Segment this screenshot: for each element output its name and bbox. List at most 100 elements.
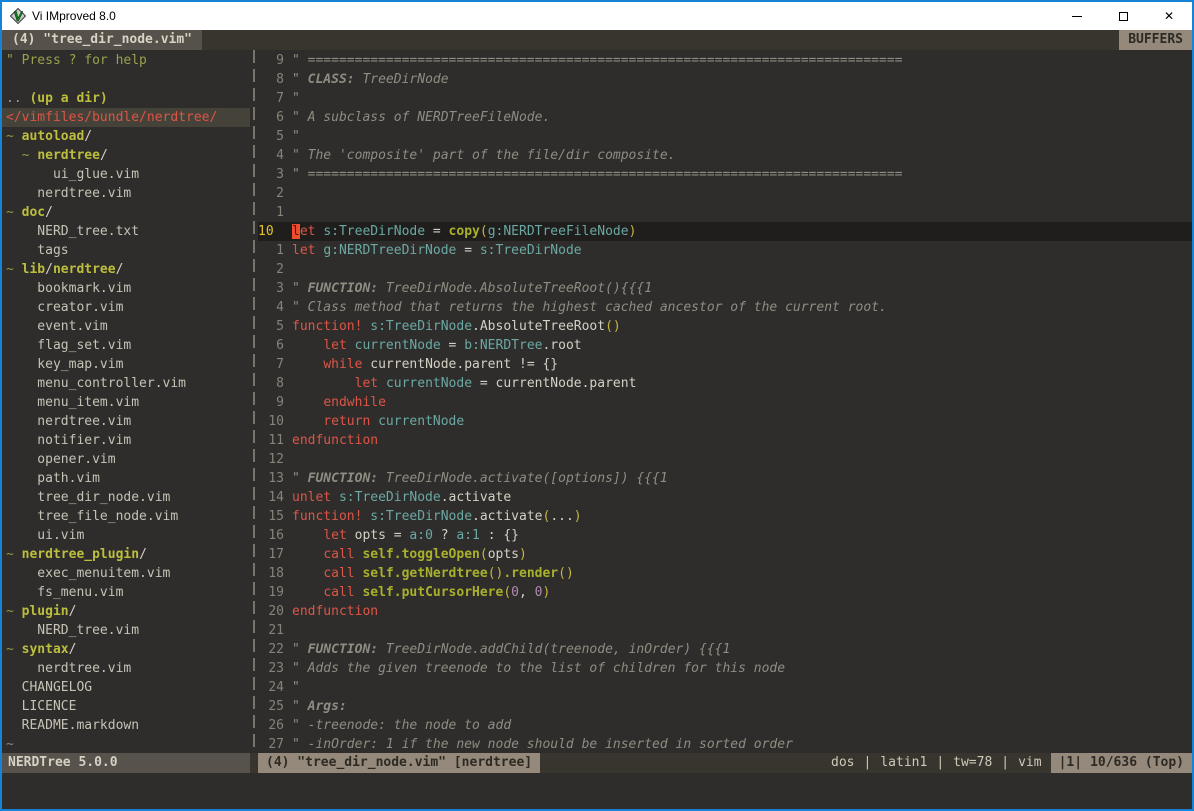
- tree-item[interactable]: nerdtree.vim: [2, 659, 250, 678]
- code-line[interactable]: 1let g:NERDTreeDirNode = s:TreeDirNode: [258, 241, 1192, 260]
- code-line-current[interactable]: 10let s:TreeDirNode = copy(g:NERDTreeFil…: [258, 222, 1192, 241]
- line-number: 14: [258, 488, 284, 507]
- minimize-icon: [1072, 16, 1082, 17]
- code-line[interactable]: 23" Adds the given treenode to the list …: [258, 659, 1192, 678]
- tree-item[interactable]: NERD_tree.vim: [2, 621, 250, 640]
- tree-item[interactable]: ~ syntax/: [2, 640, 250, 659]
- tree-item[interactable]: </vimfiles/bundle/nerdtree/: [2, 108, 250, 127]
- tree-item[interactable]: event.vim: [2, 317, 250, 336]
- code-line[interactable]: 2: [258, 260, 1192, 279]
- code-line[interactable]: 13" FUNCTION: TreeDirNode.activate([opti…: [258, 469, 1192, 488]
- line-number: 7: [258, 355, 284, 374]
- line-number: 12: [258, 450, 284, 469]
- tree-item[interactable]: tree_file_node.vim: [2, 507, 250, 526]
- minimize-button[interactable]: [1054, 2, 1100, 30]
- buffer-name-status: (4) "tree_dir_node.vim" [nerdtree]: [258, 753, 540, 773]
- filetype-status: vim: [1009, 753, 1050, 773]
- code-line[interactable]: 24": [258, 678, 1192, 697]
- code-line[interactable]: 8 let currentNode = currentNode.parent: [258, 374, 1192, 393]
- tree-item[interactable]: ui_glue.vim: [2, 165, 250, 184]
- tree-item[interactable]: opener.vim: [2, 450, 250, 469]
- code-line[interactable]: 7 while currentNode.parent != {}: [258, 355, 1192, 374]
- code-line[interactable]: 9" =====================================…: [258, 51, 1192, 70]
- buffers-label[interactable]: BUFFERS: [1119, 30, 1192, 50]
- tree-item[interactable]: LICENCE: [2, 697, 250, 716]
- tree-item[interactable]: ~ doc/: [2, 203, 250, 222]
- code-line[interactable]: 3" =====================================…: [258, 165, 1192, 184]
- tree-item[interactable]: .. (up a dir): [2, 89, 250, 108]
- line-number: 6: [258, 108, 284, 127]
- tree-item[interactable]: ~: [2, 735, 250, 753]
- code-line[interactable]: 10 return currentNode: [258, 412, 1192, 431]
- tree-item[interactable]: key_map.vim: [2, 355, 250, 374]
- code-line[interactable]: 5": [258, 127, 1192, 146]
- code-line[interactable]: 7": [258, 89, 1192, 108]
- tree-item[interactable]: ~ autoload/: [2, 127, 250, 146]
- tree-item[interactable]: path.vim: [2, 469, 250, 488]
- tree-item[interactable]: menu_controller.vim: [2, 374, 250, 393]
- code-line[interactable]: 12: [258, 450, 1192, 469]
- tree-item[interactable]: notifier.vim: [2, 431, 250, 450]
- line-number: 8: [258, 374, 284, 393]
- status-separator: |: [936, 753, 944, 773]
- code-line[interactable]: 26" -treenode: the node to add: [258, 716, 1192, 735]
- maximize-button[interactable]: [1100, 2, 1146, 30]
- tree-item[interactable]: tags: [2, 241, 250, 260]
- code-line[interactable]: 18 call self.getNerdtree().render(): [258, 564, 1192, 583]
- nerdtree-panel[interactable]: " Press ? for help .. (up a dir)</vimfile…: [2, 50, 250, 753]
- tree-item[interactable]: nerdtree.vim: [2, 412, 250, 431]
- line-number: 18: [258, 564, 284, 583]
- code-line[interactable]: 11endfunction: [258, 431, 1192, 450]
- tree-item[interactable]: ~ lib/nerdtree/: [2, 260, 250, 279]
- code-line[interactable]: 2: [258, 184, 1192, 203]
- maximize-icon: [1119, 12, 1128, 21]
- code-line[interactable]: 15function! s:TreeDirNode.activate(...): [258, 507, 1192, 526]
- code-line[interactable]: 21: [258, 621, 1192, 640]
- code-line[interactable]: 1: [258, 203, 1192, 222]
- tree-item[interactable]: NERD_tree.txt: [2, 222, 250, 241]
- editor-area: " Press ? for help .. (up a dir)</vimfile…: [2, 50, 1192, 753]
- code-line[interactable]: 6" A subclass of NERDTreeFileNode.: [258, 108, 1192, 127]
- code-line[interactable]: 4" The 'composite' part of the file/dir …: [258, 146, 1192, 165]
- code-line[interactable]: 8" CLASS: TreeDirNode: [258, 70, 1192, 89]
- line-number: 23: [258, 659, 284, 678]
- code-buffer[interactable]: 9" =====================================…: [258, 50, 1192, 753]
- command-line[interactable]: [2, 773, 1192, 809]
- code-line[interactable]: 16 let opts = a:0 ? a:1 : {}: [258, 526, 1192, 545]
- tree-item[interactable]: CHANGELOG: [2, 678, 250, 697]
- code-line[interactable]: 27" -inOrder: 1 if the new node should b…: [258, 735, 1192, 753]
- tree-item[interactable]: README.markdown: [2, 716, 250, 735]
- code-line[interactable]: 3" FUNCTION: TreeDirNode.AbsoluteTreeRoo…: [258, 279, 1192, 298]
- tree-item[interactable]: tree_dir_node.vim: [2, 488, 250, 507]
- tree-item[interactable]: creator.vim: [2, 298, 250, 317]
- vertical-split-separator[interactable]: [250, 50, 258, 753]
- code-line[interactable]: 19 call self.putCursorHere(0, 0): [258, 583, 1192, 602]
- tree-item[interactable]: ui.vim: [2, 526, 250, 545]
- code-line[interactable]: 20endfunction: [258, 602, 1192, 621]
- close-button[interactable]: ✕: [1146, 2, 1192, 30]
- tree-item[interactable]: " Press ? for help: [2, 51, 250, 70]
- code-line[interactable]: 5function! s:TreeDirNode.AbsoluteTreeRoo…: [258, 317, 1192, 336]
- code-line[interactable]: 4" Class method that returns the highest…: [258, 298, 1192, 317]
- statusline-gap: [250, 753, 258, 773]
- code-line[interactable]: 17 call self.toggleOpen(opts): [258, 545, 1192, 564]
- code-line[interactable]: 22" FUNCTION: TreeDirNode.addChild(treen…: [258, 640, 1192, 659]
- tree-item[interactable]: flag_set.vim: [2, 336, 250, 355]
- code-line[interactable]: 25" Args:: [258, 697, 1192, 716]
- tree-item[interactable]: exec_menuitem.vim: [2, 564, 250, 583]
- tree-item[interactable]: ~ plugin/: [2, 602, 250, 621]
- tree-item[interactable]: ~ nerdtree/: [2, 146, 250, 165]
- tab-tree-dir-node[interactable]: (4) "tree_dir_node.vim": [2, 30, 202, 50]
- code-line[interactable]: 6 let currentNode = b:NERDTree.root: [258, 336, 1192, 355]
- code-line[interactable]: 9 endwhile: [258, 393, 1192, 412]
- close-icon: ✕: [1164, 9, 1174, 23]
- line-number: 9: [258, 393, 284, 412]
- tree-item[interactable]: fs_menu.vim: [2, 583, 250, 602]
- tree-item[interactable]: nerdtree.vim: [2, 184, 250, 203]
- code-line[interactable]: 14unlet s:TreeDirNode.activate: [258, 488, 1192, 507]
- tabline-fill: [202, 30, 1119, 50]
- tree-item[interactable]: ~ nerdtree_plugin/: [2, 545, 250, 564]
- tree-item[interactable]: [2, 70, 250, 89]
- tree-item[interactable]: menu_item.vim: [2, 393, 250, 412]
- tree-item[interactable]: bookmark.vim: [2, 279, 250, 298]
